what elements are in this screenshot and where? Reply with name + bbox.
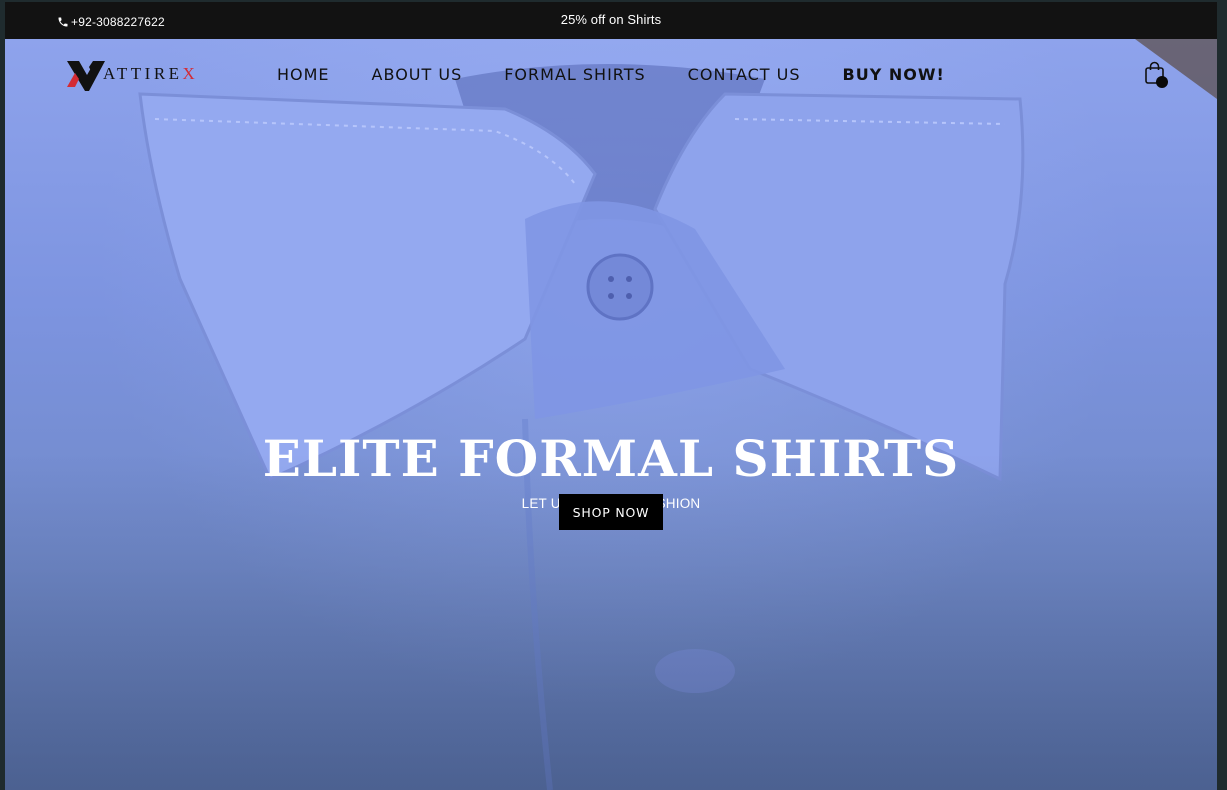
hero-overlay bbox=[5, 39, 1217, 790]
shop-now-button[interactable]: SHOP NOW bbox=[559, 494, 663, 530]
nav-menu: HOME ABOUT US FORMAL SHIRTS CONTACT US B… bbox=[277, 65, 945, 84]
attirex-logo-icon bbox=[67, 61, 105, 91]
nav-item-buy-now[interactable]: BUY NOW! bbox=[843, 65, 945, 84]
brand-logo[interactable]: ATTIREX bbox=[65, 53, 198, 95]
nav-item-home[interactable]: HOME bbox=[277, 65, 330, 84]
hero-banner: ELITE FORMAL SHIRTS LET US BE YOUR FASHI… bbox=[5, 39, 1217, 790]
main-navigation: ATTIREX HOME ABOUT US FORMAL SHIRTS CONT… bbox=[5, 39, 1217, 111]
nav-item-contact-us[interactable]: CONTACT US bbox=[688, 65, 801, 84]
hero-title: ELITE FORMAL SHIRTS bbox=[262, 429, 960, 488]
announcement-bar: +92-3088227622 25% off on Shirts bbox=[5, 2, 1217, 39]
browser-viewport: +92-3088227622 25% off on Shirts ELITE F… bbox=[5, 2, 1217, 790]
nav-item-formal-shirts[interactable]: FORMAL SHIRTS bbox=[504, 65, 645, 84]
cart-button[interactable] bbox=[1144, 61, 1168, 89]
brand-name: ATTIREX bbox=[103, 64, 199, 83]
promo-text: 25% off on Shirts bbox=[560, 12, 662, 27]
nav-item-about-us[interactable]: ABOUT US bbox=[372, 65, 463, 84]
cart-count-badge bbox=[1156, 76, 1168, 88]
